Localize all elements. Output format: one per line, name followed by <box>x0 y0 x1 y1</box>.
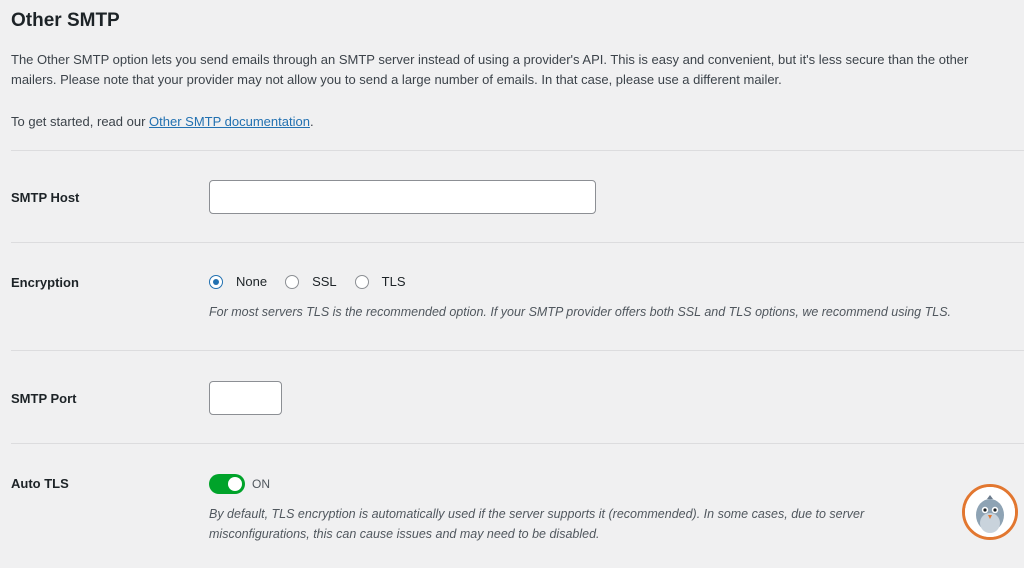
encryption-option-tls[interactable]: TLS <box>354 274 406 289</box>
toggle-knob <box>228 477 242 491</box>
encryption-option-none[interactable]: None <box>209 274 267 289</box>
pigeon-mascot-icon <box>965 487 1015 537</box>
help-widget-button[interactable] <box>962 484 1018 540</box>
divider <box>11 150 1024 151</box>
smtp-port-label: SMTP Port <box>11 391 77 406</box>
encryption-hint: For most servers TLS is the recommended … <box>209 305 951 319</box>
documentation-link[interactable]: Other SMTP documentation <box>149 114 310 129</box>
radio-ssl[interactable] <box>285 274 300 289</box>
get-started-prefix: To get started, read our <box>11 114 150 129</box>
section-description: The Other SMTP option lets you send emai… <box>11 52 969 87</box>
encryption-option-ssl[interactable]: SSL <box>285 274 337 289</box>
radio-none-label: None <box>236 274 268 289</box>
divider <box>11 350 1024 351</box>
get-started-text: To get started, read our Other SMTP docu… <box>11 112 314 132</box>
encryption-label: Encryption <box>11 275 79 290</box>
radio-tls-label: TLS <box>381 274 406 289</box>
section-title: Other SMTP <box>11 10 120 31</box>
smtp-host-input[interactable] <box>209 180 596 214</box>
auto-tls-toggle[interactable] <box>209 474 245 494</box>
encryption-radio-group: None SSL TLS <box>209 274 424 289</box>
auto-tls-label: Auto TLS <box>11 476 69 491</box>
radio-none[interactable] <box>209 274 223 289</box>
radio-tls[interactable] <box>354 274 369 289</box>
auto-tls-state: ON <box>252 477 270 491</box>
smtp-host-label: SMTP Host <box>11 190 80 205</box>
get-started-suffix: . <box>309 114 314 129</box>
smtp-port-input[interactable] <box>209 381 282 415</box>
radio-ssl-label: SSL <box>312 274 337 289</box>
divider <box>11 443 1024 444</box>
auto-tls-hint: By default, TLS encryption is automatica… <box>209 507 865 541</box>
divider <box>11 242 1024 243</box>
